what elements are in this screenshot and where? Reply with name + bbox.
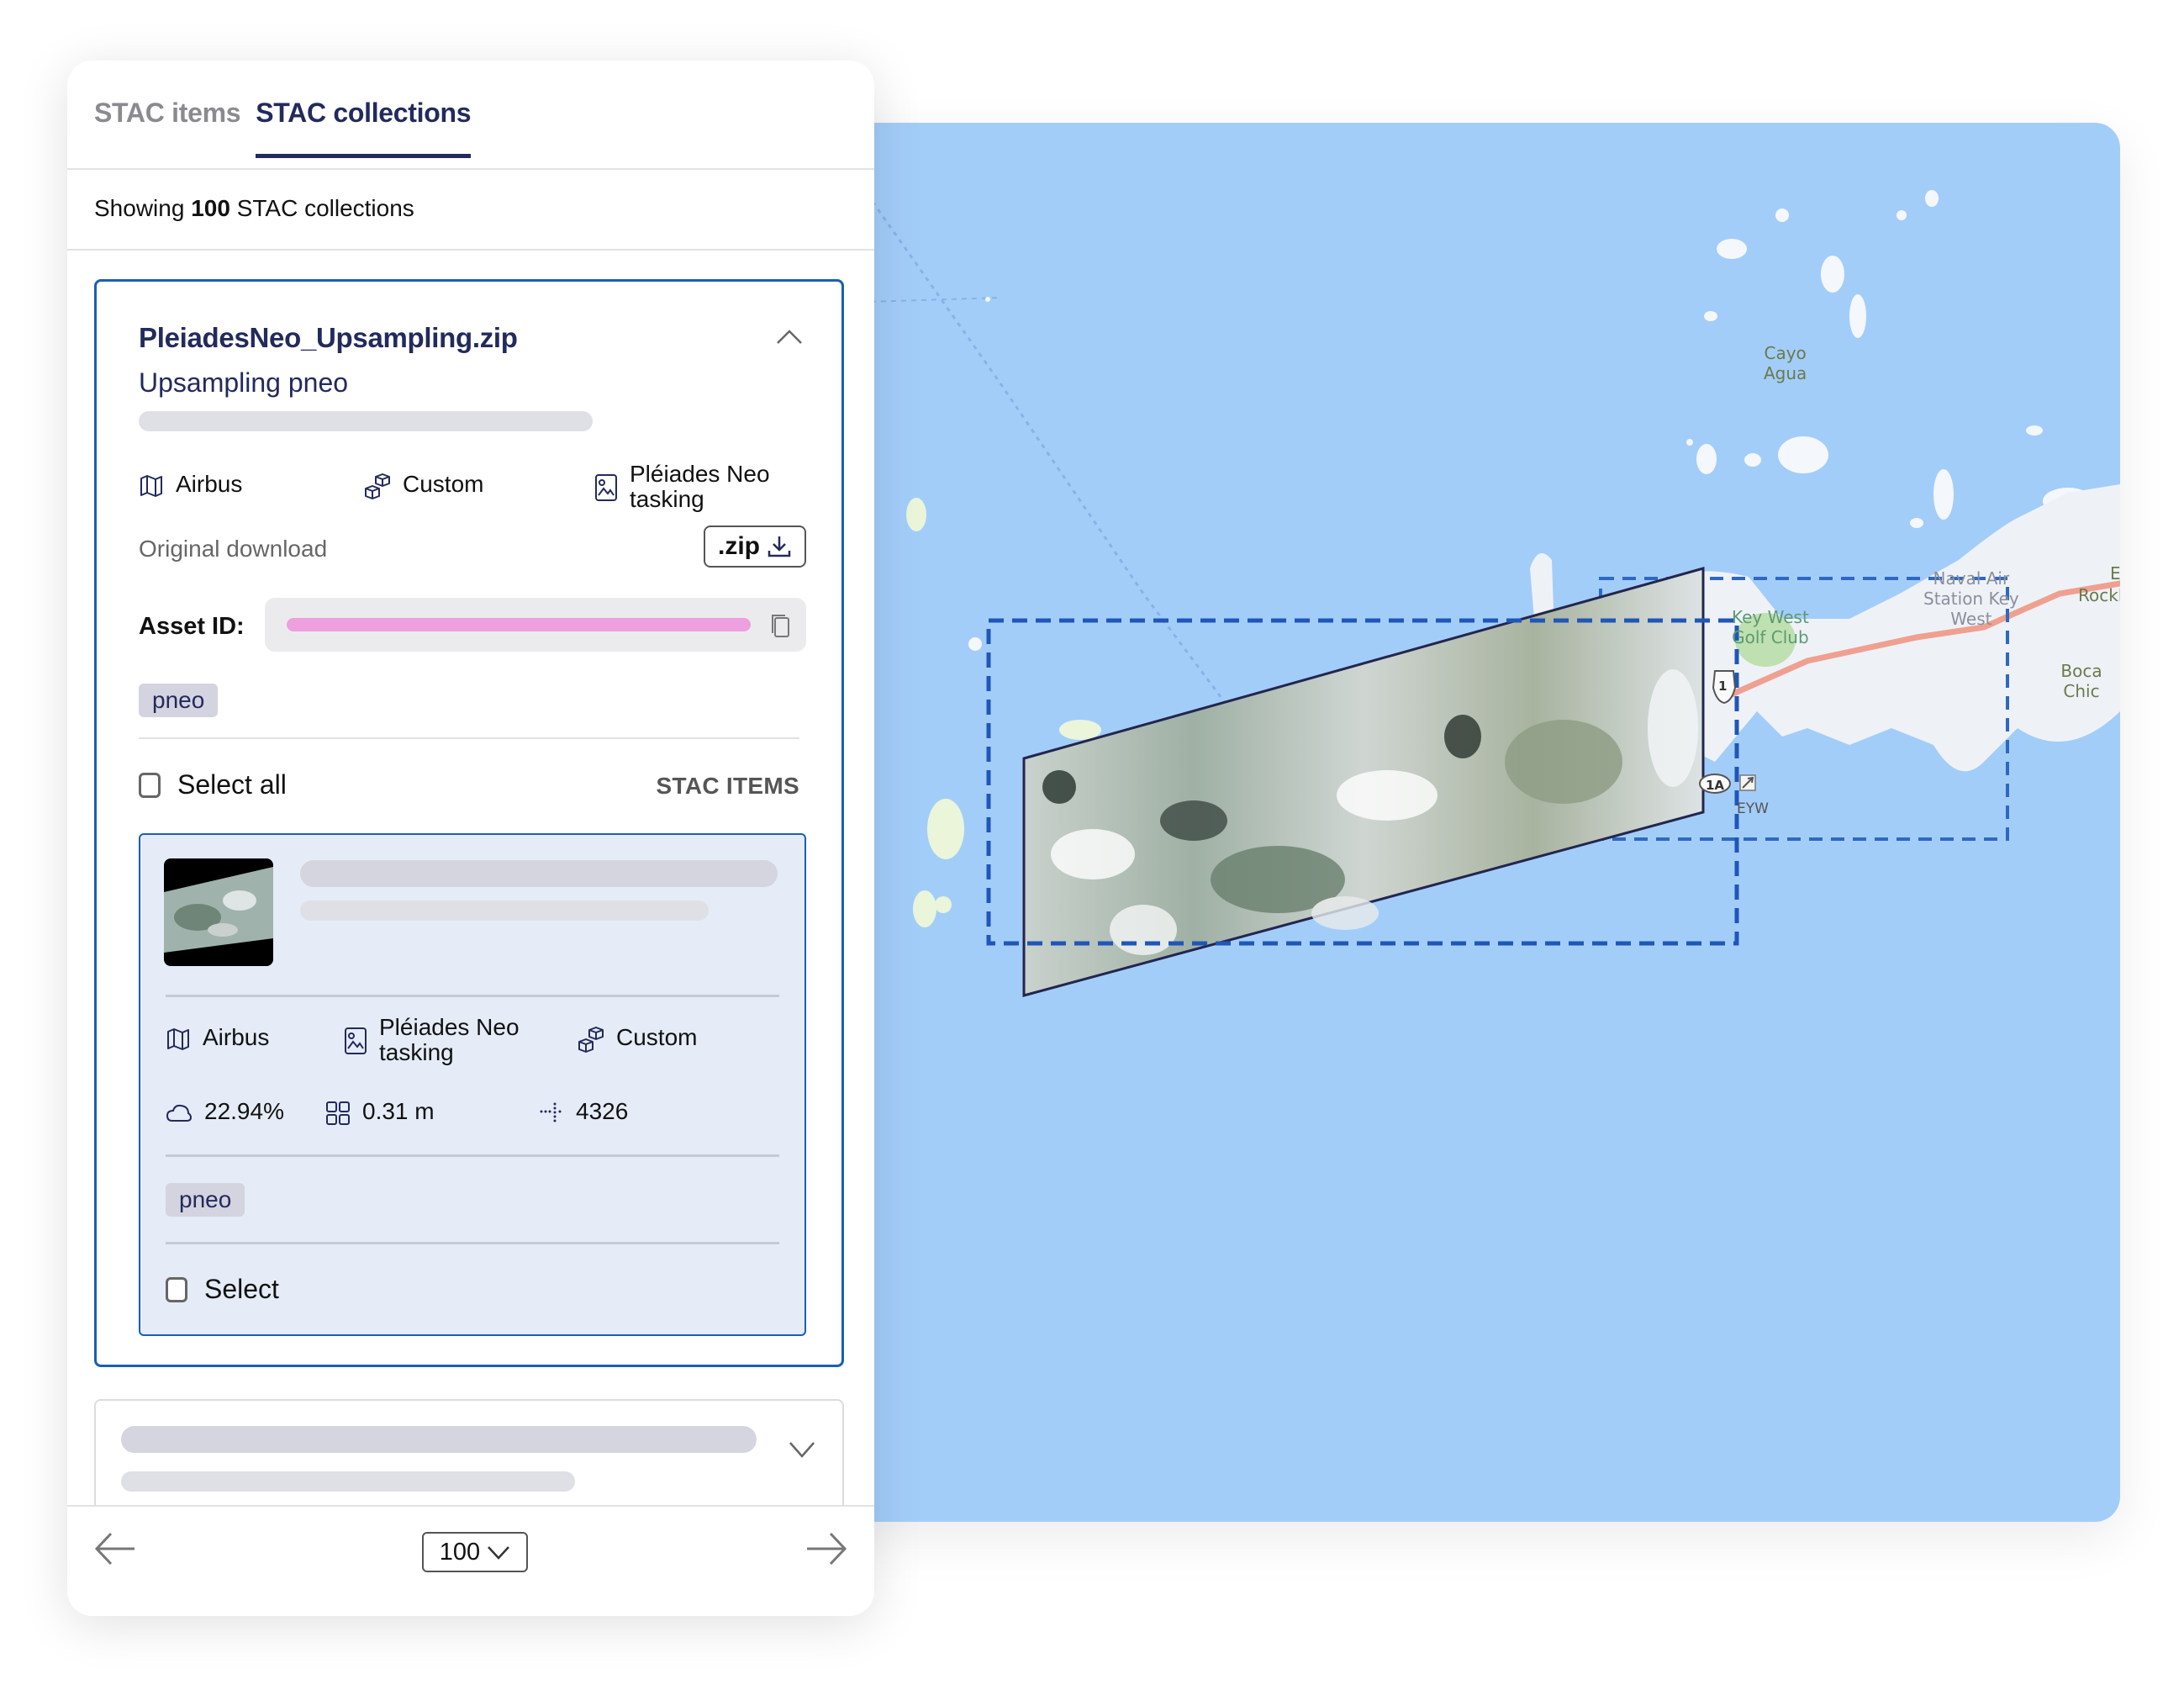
- checkbox-box[interactable]: [166, 1276, 187, 1302]
- collection-source: Pléiades Neo tasking: [594, 462, 770, 512]
- cube-icon: [578, 1027, 604, 1053]
- map-view[interactable]: Cayo Agua Key West Golf Club Naval Air Stat…: [841, 123, 2120, 1522]
- copy-icon[interactable]: [769, 613, 793, 638]
- image-icon: [345, 1027, 367, 1054]
- map-icon: [140, 475, 162, 497]
- checkbox-box[interactable]: [139, 772, 161, 798]
- divider: [166, 1242, 779, 1244]
- map-label-cayo-agua: Cayo Agua: [1764, 343, 1807, 383]
- item-cloud-cover: 22.94%: [166, 1099, 284, 1126]
- item-epsg: 4326: [539, 1099, 628, 1126]
- map-label-naval-air-station: Naval Air Station Key West: [1923, 568, 2019, 629]
- us1-shield-label: 1: [1718, 679, 1728, 694]
- tab-stac-items[interactable]: STAC items: [94, 98, 241, 158]
- item-provider: Airbus: [166, 1025, 269, 1052]
- item-title-placeholder: [300, 860, 778, 887]
- map-label-boca-chica: Boca Chic: [2060, 661, 2102, 701]
- asset-id-field: [265, 598, 806, 652]
- collection-subtitle-placeholder: [121, 1471, 575, 1492]
- divider: [67, 249, 874, 251]
- collection-subtitle: Upsampling pneo: [139, 367, 349, 398]
- chevron-down-icon: [488, 1546, 510, 1560]
- arrow-left-icon[interactable]: [94, 1530, 136, 1567]
- stac-sidebar-panel: STAC items STAC collections Showing 100 …: [67, 61, 874, 1616]
- divider: [166, 1154, 779, 1157]
- item-thumbnail[interactable]: [164, 858, 273, 966]
- axis-icon: [540, 1102, 562, 1122]
- select-item-checkbox[interactable]: Select: [166, 1274, 279, 1305]
- page-size-select[interactable]: 100: [422, 1532, 528, 1572]
- item-license: Custom: [578, 1025, 697, 1054]
- map-label-eyw: EYW: [1737, 800, 1769, 817]
- item-resolution: 0.31 m: [325, 1099, 435, 1126]
- pagination-footer: 100: [67, 1505, 874, 1616]
- image-icon: [595, 474, 617, 501]
- download-icon: [768, 536, 791, 557]
- tab-bar: STAC items STAC collections: [94, 98, 472, 158]
- description-placeholder: [139, 411, 593, 431]
- collection-title: PleiadesNeo_Upsampling.zip: [139, 322, 518, 353]
- download-zip-button[interactable]: .zip: [704, 525, 806, 568]
- results-count: 100: [191, 195, 230, 221]
- collection-title-placeholder: [121, 1426, 757, 1453]
- chevron-down-icon[interactable]: [789, 1441, 815, 1458]
- tab-stac-collections[interactable]: STAC collections: [256, 98, 472, 158]
- map-label-rockland: Rockl: [2078, 585, 2120, 605]
- collection-card[interactable]: PleiadesNeo_Upsampling.zip Upsampling pn…: [94, 279, 844, 1367]
- divider: [67, 168, 874, 170]
- map-label-e: E: [2110, 563, 2120, 584]
- map-canvas[interactable]: [841, 123, 2120, 1522]
- asset-id-label: Asset ID:: [139, 613, 245, 640]
- item-tag: pneo: [166, 1183, 245, 1217]
- cloud-icon: [166, 1104, 193, 1122]
- arrow-right-icon[interactable]: [805, 1530, 847, 1567]
- collection-provider: Airbus: [139, 472, 242, 499]
- stac-item-card[interactable]: Airbus Pléiades Neo tasking Custom 22.94%…: [139, 833, 806, 1336]
- select-all-checkbox[interactable]: Select all: [139, 769, 287, 800]
- asset-id-value-redacted: [287, 618, 751, 631]
- stac-items-heading: STAC ITEMS: [656, 773, 799, 799]
- divider: [166, 995, 779, 997]
- item-subtitle-placeholder: [300, 900, 709, 921]
- original-download-label: Original download: [139, 536, 328, 562]
- grid-icon: [326, 1101, 350, 1125]
- route-1a-label: 1A: [1706, 778, 1725, 793]
- collection-license: Custom: [364, 472, 483, 500]
- satellite-image-overlay[interactable]: [1022, 567, 1705, 997]
- item-source: Pléiades Neo tasking: [344, 1015, 520, 1065]
- map-icon: [167, 1028, 189, 1050]
- divider: [139, 737, 799, 739]
- results-summary: Showing 100 STAC collections: [94, 195, 414, 221]
- chevron-up-icon[interactable]: [776, 328, 803, 345]
- cube-icon: [365, 473, 390, 499]
- collection-tag: pneo: [139, 684, 219, 717]
- airport-icon: [1739, 774, 1756, 791]
- map-label-key-west-golf-club: Key West Golf Club: [1732, 607, 1809, 647]
